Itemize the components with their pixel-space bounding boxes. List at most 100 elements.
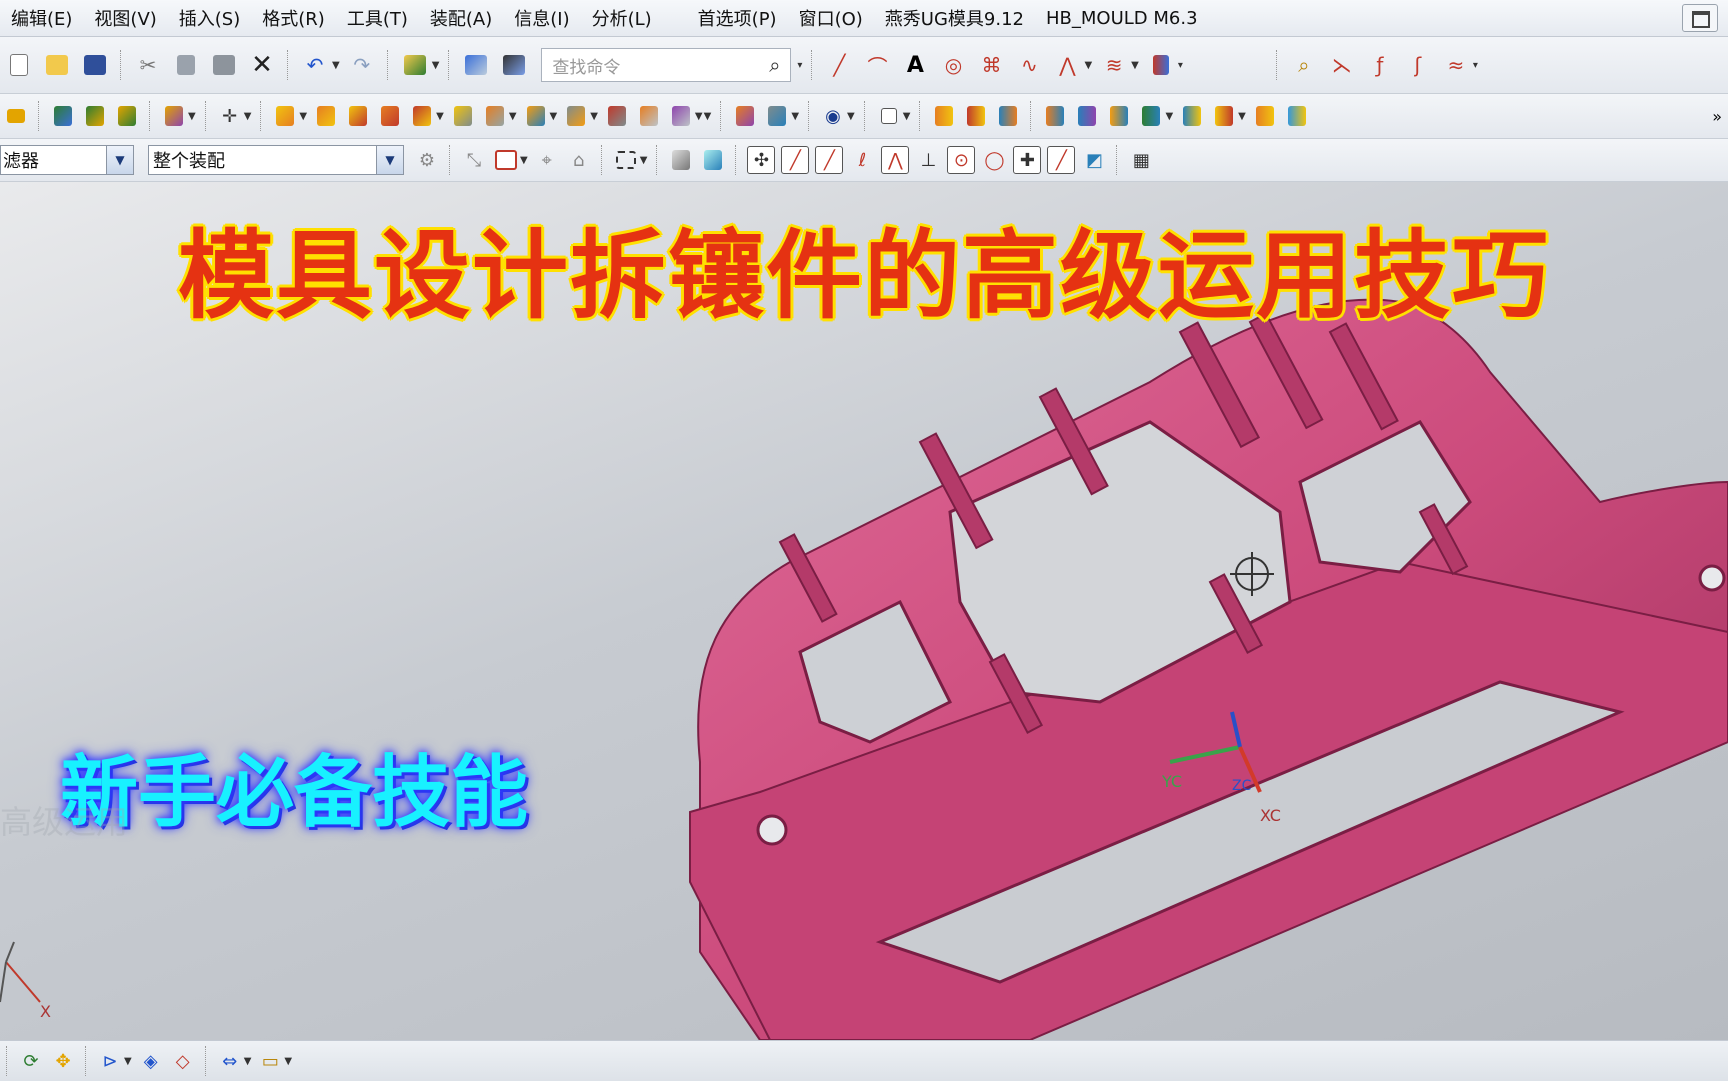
replace-face-dropdown-icon[interactable]: ▼: [550, 111, 558, 122]
menu-tools[interactable]: 工具(T): [336, 5, 419, 31]
subtract-icon[interactable]: [345, 103, 371, 129]
ejector-icon[interactable]: [1138, 103, 1164, 129]
circle-icon[interactable]: ◎: [937, 49, 969, 81]
rectangle-select-dropdown-icon[interactable]: ▼: [640, 155, 648, 166]
measure-body-dropdown-icon[interactable]: ▼: [284, 1056, 292, 1067]
menu-analysis[interactable]: 分析(L): [581, 5, 663, 31]
toolbar-overflow-icon[interactable]: »: [1712, 107, 1722, 126]
extract-dropdown-icon[interactable]: ▼: [695, 111, 703, 122]
chevron-down-icon[interactable]: ▼: [106, 146, 133, 174]
menu-insert[interactable]: 插入(S): [168, 5, 251, 31]
general-selection-icon[interactable]: ⚙: [414, 147, 440, 173]
mold-wizard-icon[interactable]: [3, 103, 29, 129]
assembly-dropdown-icon[interactable]: ▼: [188, 111, 196, 122]
delete-body-dropdown-icon[interactable]: ▼: [509, 111, 517, 122]
wrap-curve-icon[interactable]: ≈: [1440, 49, 1472, 81]
replace-face-icon[interactable]: [523, 103, 549, 129]
split-body-icon[interactable]: [450, 103, 476, 129]
component-replace-icon[interactable]: [114, 103, 140, 129]
assembly-load-icon[interactable]: [50, 103, 76, 129]
offset-face-icon[interactable]: [563, 103, 589, 129]
trim-body-icon[interactable]: [409, 103, 435, 129]
arc-icon[interactable]: ⌒: [861, 49, 893, 81]
gate-dropdown-icon[interactable]: ▼: [1238, 111, 1246, 122]
snap-existing-point-icon[interactable]: ✚: [1013, 146, 1042, 174]
sketch-icon[interactable]: ⌘: [975, 49, 1007, 81]
delete-icon[interactable]: ✕: [246, 49, 278, 81]
offset-face-dropdown-icon[interactable]: ▼: [590, 111, 598, 122]
menu-preferences[interactable]: 首选项(P): [687, 5, 788, 31]
extract-curve-icon[interactable]: ʃ: [1402, 49, 1434, 81]
block-icon[interactable]: [272, 103, 298, 129]
mold-base-icon[interactable]: [995, 103, 1021, 129]
view-zoom-dropdown-icon[interactable]: ▼: [124, 1056, 132, 1067]
menu-yanxiu-plugin[interactable]: 燕秀UG模具9.12: [874, 5, 1035, 31]
delete-body-icon[interactable]: [482, 103, 508, 129]
electrode-icon[interactable]: [1252, 103, 1278, 129]
ejector-dropdown-icon[interactable]: ▼: [1165, 111, 1173, 122]
view-rotate-icon[interactable]: ⟳: [18, 1048, 44, 1074]
measure-dropdown-icon[interactable]: ▼: [244, 1056, 252, 1067]
select-component-icon[interactable]: ⌂: [566, 147, 592, 173]
wcs-icon[interactable]: ✛: [217, 103, 243, 129]
chevron-down-icon[interactable]: ▼: [376, 146, 403, 174]
view-fit-icon[interactable]: ◈: [138, 1048, 164, 1074]
assembly-navigator-icon[interactable]: [161, 103, 187, 129]
mold-core-cavity-icon[interactable]: [963, 103, 989, 129]
block-dropdown-icon[interactable]: ▼: [299, 111, 307, 122]
trim-dropdown-icon[interactable]: ▼: [436, 111, 444, 122]
gate-icon[interactable]: [1211, 103, 1237, 129]
menu-format[interactable]: 格式(R): [251, 5, 336, 31]
wcs-dropdown-icon[interactable]: ▼: [244, 111, 252, 122]
component-add-icon[interactable]: [82, 103, 108, 129]
save-icon[interactable]: [79, 49, 111, 81]
maximize-icon[interactable]: [1682, 4, 1718, 32]
measure-distance-icon[interactable]: ⇔: [217, 1048, 243, 1074]
grid-icon[interactable]: ▦: [1128, 147, 1154, 173]
snap-endpoint-icon[interactable]: ╱: [781, 146, 810, 174]
menu-assembly[interactable]: 装配(A): [419, 5, 503, 31]
open-icon[interactable]: [41, 49, 73, 81]
paste-icon[interactable]: [208, 49, 240, 81]
slider-icon[interactable]: [1074, 103, 1100, 129]
curve-icon[interactable]: ∿: [1013, 49, 1045, 81]
repeat-command-icon[interactable]: [399, 49, 431, 81]
drawing-icon[interactable]: [1284, 103, 1310, 129]
snap-on-curve-icon[interactable]: ╱: [1047, 146, 1076, 174]
offset-curve-icon[interactable]: ≋: [1098, 49, 1130, 81]
intersect-icon[interactable]: [377, 103, 403, 129]
snap-on-face-icon[interactable]: ◩: [1081, 147, 1107, 173]
select-face-dropdown-icon[interactable]: ▼: [520, 155, 528, 166]
select-face-icon[interactable]: [493, 147, 519, 173]
mold-parting-icon[interactable]: [931, 103, 957, 129]
cut-icon[interactable]: ✂: [132, 49, 164, 81]
snap-perpendicular-icon[interactable]: ⊥: [915, 147, 941, 173]
curve-tools-dropdown-icon[interactable]: ▾: [1473, 60, 1478, 71]
selection-scope-select[interactable]: 整个装配 ▼: [148, 145, 404, 175]
edit-object-icon[interactable]: [460, 49, 492, 81]
render-style-dropdown-icon[interactable]: ▼: [847, 111, 855, 122]
type-filter-select[interactable]: 滤器 ▼: [0, 145, 134, 175]
cooling-icon[interactable]: [1179, 103, 1205, 129]
line-icon[interactable]: ╱: [823, 49, 855, 81]
snap-intersection-icon[interactable]: ⋀: [881, 146, 910, 174]
intersection-curve-icon[interactable]: ⋋: [1326, 49, 1358, 81]
view-orient-dropdown-icon[interactable]: ▼: [791, 111, 799, 122]
layer-icon[interactable]: [876, 103, 902, 129]
select-feature-icon[interactable]: ⤡: [461, 147, 487, 173]
menu-edit[interactable]: 编辑(E): [0, 5, 83, 31]
undo-icon[interactable]: ↶: [299, 49, 331, 81]
object-display-icon[interactable]: [498, 49, 530, 81]
spline-dropdown-icon[interactable]: ▼: [1084, 60, 1092, 71]
bridge-curve-icon[interactable]: [1145, 49, 1177, 81]
select-solid-icon[interactable]: [668, 147, 694, 173]
select-sheet-icon[interactable]: [700, 147, 726, 173]
select-body-icon[interactable]: ⌖: [534, 147, 560, 173]
render-style-icon[interactable]: ◉: [820, 103, 846, 129]
extract-body-icon[interactable]: [668, 103, 694, 129]
view-orient-icon[interactable]: [764, 103, 790, 129]
graphics-viewport[interactable]: XC YC ZC X 模具设计拆镶件的高级运用技巧 新手必备技能 高级运用: [0, 182, 1728, 1040]
extract-dropdown-2-icon[interactable]: ▼: [704, 111, 712, 122]
snap-quadrant-icon[interactable]: ◯: [981, 147, 1007, 173]
repeat-dropdown-icon[interactable]: ▼: [432, 60, 440, 71]
